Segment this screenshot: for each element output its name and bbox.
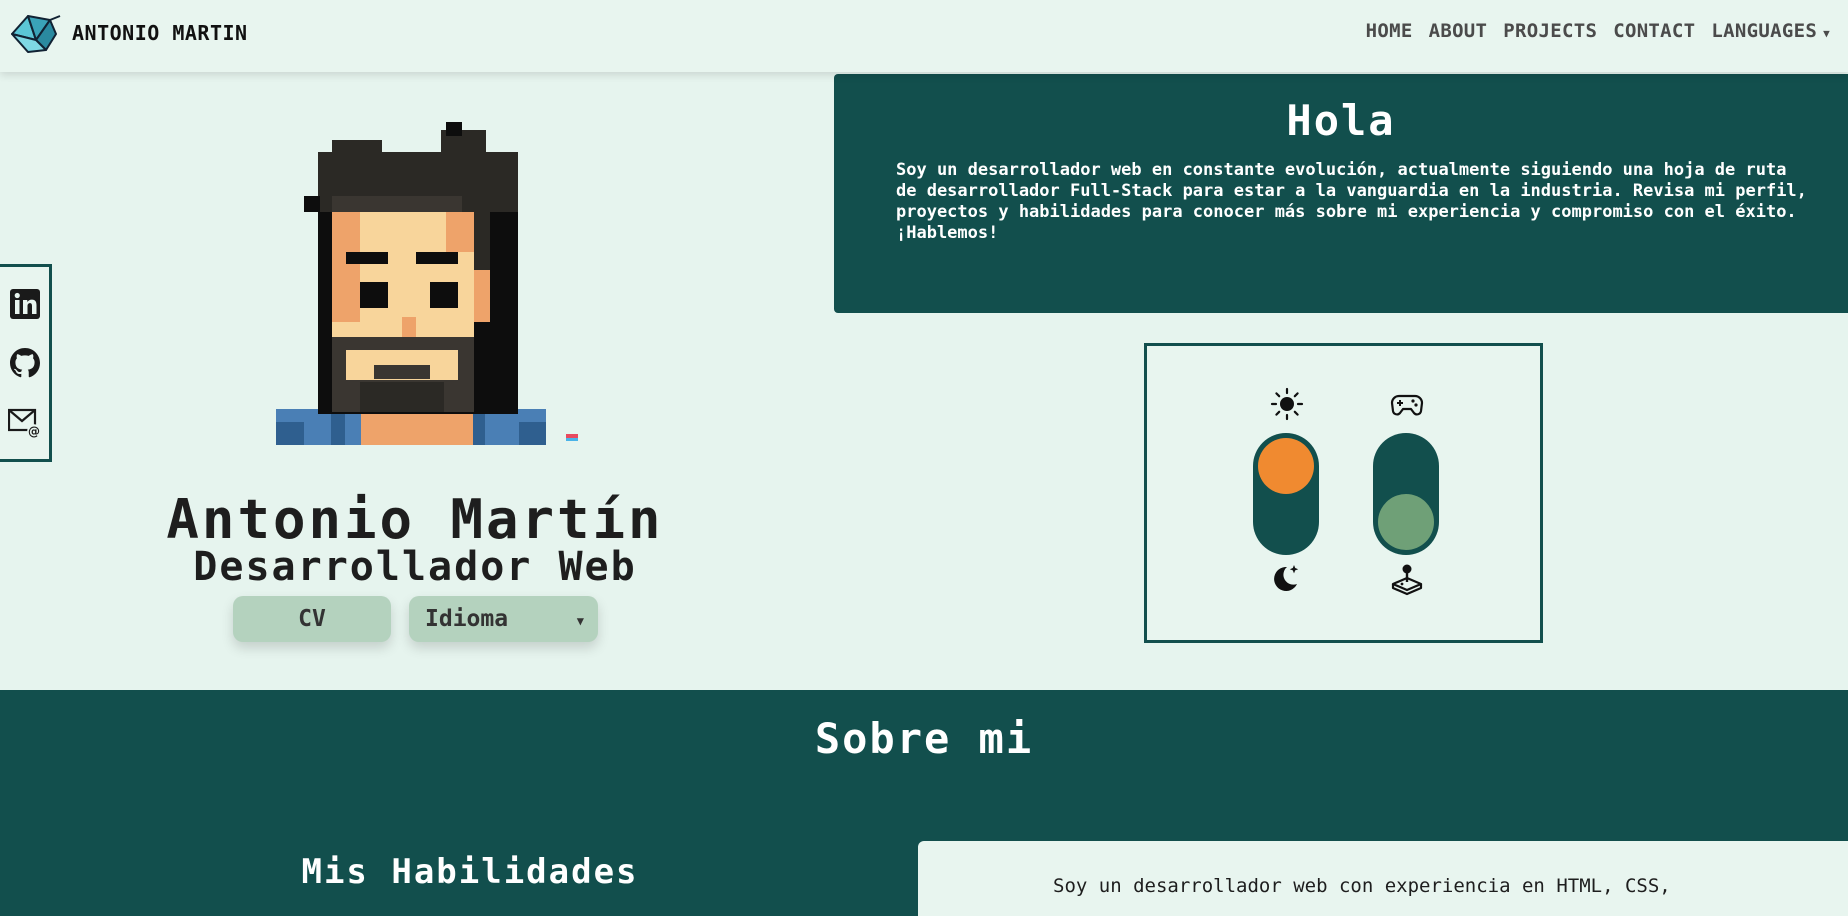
pixel-art-avatar	[276, 122, 578, 445]
language-dropdown-button[interactable]: Idioma ▼	[409, 596, 598, 642]
sun-icon	[1270, 387, 1304, 421]
theme-toggle[interactable]	[1253, 433, 1319, 555]
intro-card: Hola Soy un desarrollador web en constan…	[834, 74, 1848, 313]
about-text: Soy un desarrollador web con experiencia…	[1053, 875, 1671, 897]
skills-title: Mis Habilidades	[301, 852, 639, 892]
language-button-label: Idioma	[425, 606, 509, 632]
toggle-panel	[1144, 343, 1543, 643]
moon-stars-icon	[1274, 565, 1299, 591]
email-icon[interactable]: @	[7, 405, 42, 439]
nav-dropdown-languages[interactable]: LANGUAGES ▼	[1711, 20, 1830, 42]
brand[interactable]: ANTONIO MARTIN	[10, 12, 248, 54]
about-section: Sobre mi Mis Habilidades Soy un desarrol…	[0, 690, 1848, 916]
gamepad-icon	[1390, 394, 1424, 416]
nav-link-languages-label: LANGUAGES	[1711, 20, 1818, 42]
about-card: Soy un desarrollador web con experiencia…	[918, 841, 1848, 916]
nav-link-home[interactable]: HOME	[1366, 20, 1413, 42]
origami-crane-icon	[11, 15, 61, 53]
nav-links: HOME ABOUT PROJECTS CONTACT LANGUAGES ▼	[1366, 20, 1830, 42]
intro-text: Soy un desarrollador web en constante ev…	[896, 160, 1807, 243]
nav-link-about[interactable]: ABOUT	[1429, 20, 1488, 42]
social-sidebar: @	[0, 264, 52, 462]
nav-link-projects[interactable]: PROJECTS	[1503, 20, 1597, 42]
nav-link-contact[interactable]: CONTACT	[1613, 20, 1695, 42]
brand-name: ANTONIO MARTIN	[72, 21, 248, 45]
hero-role: Desarrollador Web	[193, 544, 637, 590]
chevron-down-icon: ▼	[1823, 27, 1830, 40]
cv-button[interactable]: CV	[233, 596, 391, 642]
chevron-down-icon: ▼	[576, 614, 584, 628]
joystick-icon	[1391, 564, 1423, 596]
svg-text:@: @	[28, 424, 40, 438]
github-icon[interactable]	[8, 346, 42, 380]
hero-name: Antonio Martín	[166, 488, 664, 551]
game-mode-toggle-knob	[1378, 494, 1434, 550]
about-title: Sobre mi	[814, 714, 1034, 763]
game-mode-toggle[interactable]	[1373, 433, 1439, 555]
linkedin-icon[interactable]	[8, 287, 42, 321]
theme-toggle-knob	[1258, 438, 1314, 494]
page: ANTONIO MARTIN HOME ABOUT PROJECTS CONTA…	[0, 0, 1848, 916]
intro-title: Hola	[1286, 96, 1396, 145]
navbar: ANTONIO MARTIN HOME ABOUT PROJECTS CONTA…	[0, 0, 1848, 72]
